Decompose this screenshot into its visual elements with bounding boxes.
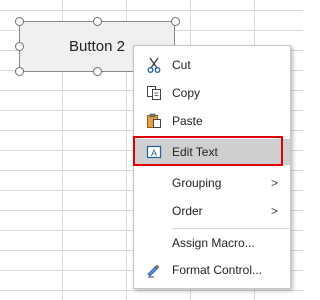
chevron-right-icon: > [270, 204, 278, 218]
resize-handle-top-right[interactable] [171, 17, 180, 26]
menu-item-format-control[interactable]: Format Control... [134, 257, 290, 283]
menu-item-order[interactable]: Order > [134, 198, 290, 224]
copy-icon [146, 85, 162, 101]
menu-label-paste: Paste [172, 114, 203, 128]
chevron-right-icon: > [270, 176, 278, 190]
menu-item-paste[interactable]: Paste [134, 108, 290, 134]
resize-handle-middle-left[interactable] [15, 42, 24, 51]
menu-item-copy[interactable]: Copy [134, 80, 290, 106]
menu-label-grouping: Grouping [172, 176, 222, 190]
scissors-icon [146, 57, 162, 73]
menu-label-order: Order [172, 204, 203, 218]
button-2-label: Button 2 [69, 38, 125, 55]
menu-label-copy: Copy [172, 86, 201, 100]
resize-handle-top-middle[interactable] [93, 17, 102, 26]
menu-item-assign-macro[interactable]: Assign Macro... [134, 230, 290, 256]
menu-separator [172, 228, 289, 229]
resize-handle-top-left[interactable] [15, 17, 24, 26]
resize-handle-bottom-middle[interactable] [93, 67, 102, 76]
paste-icon [146, 113, 162, 129]
resize-handle-bottom-left[interactable] [15, 67, 24, 76]
context-menu: Cut Copy Paste A Edit Text Grouping > Or… [133, 45, 291, 289]
menu-item-grouping[interactable]: Grouping > [134, 170, 290, 196]
menu-label-cut: Cut [172, 58, 191, 72]
format-control-icon [146, 262, 162, 278]
menu-item-cut[interactable]: Cut [134, 52, 290, 78]
edit-text-highlight-box [133, 136, 283, 166]
menu-label-assign-macro: Assign Macro... [172, 236, 255, 250]
menu-label-format-control: Format Control... [172, 263, 263, 277]
